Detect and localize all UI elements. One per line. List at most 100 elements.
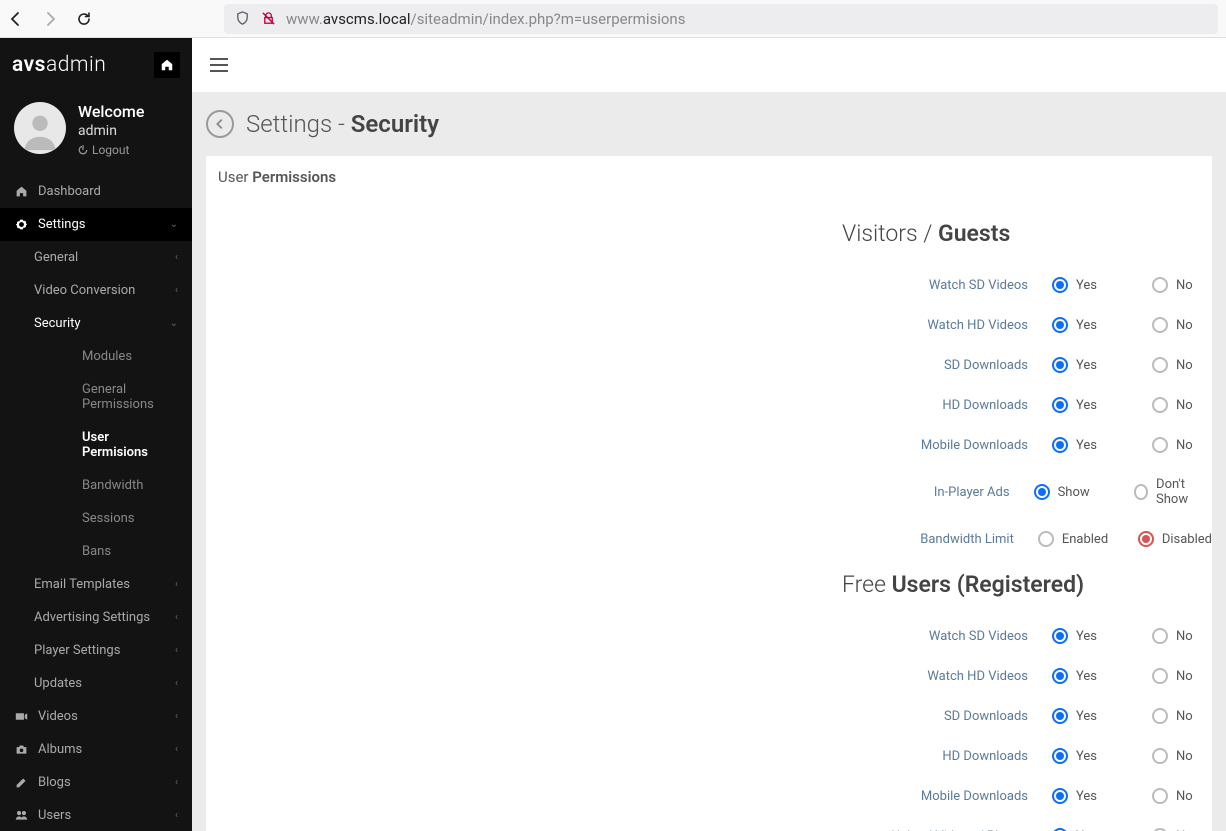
browser-reload-button[interactable] bbox=[76, 11, 92, 27]
radio-guests-watch-hd-no[interactable] bbox=[1152, 317, 1168, 333]
radio-guests-hd-dl-yes[interactable] bbox=[1052, 397, 1068, 413]
chevron-left-icon: ‹ bbox=[175, 810, 178, 821]
radio-guests-bandwidth-disabled[interactable] bbox=[1138, 531, 1154, 547]
row-guests-hd-dl: HD Downloads Yes No bbox=[206, 385, 1212, 425]
radio-free-mobile-dl-no[interactable] bbox=[1152, 788, 1168, 804]
chevron-left-icon: ‹ bbox=[175, 252, 178, 263]
radio-free-hd-dl-no[interactable] bbox=[1152, 748, 1168, 764]
label-watch-hd: Watch HD Videos bbox=[206, 318, 1052, 333]
sidebar-item-bandwidth[interactable]: Bandwidth bbox=[34, 469, 192, 502]
radio-free-sd-dl-no[interactable] bbox=[1152, 708, 1168, 724]
label-bandwidth: Bandwidth Limit bbox=[206, 532, 1038, 547]
logout-link[interactable]: Logout bbox=[78, 143, 144, 157]
label-ads: In-Player Ads bbox=[206, 485, 1034, 500]
label-watch-sd: Watch SD Videos bbox=[206, 629, 1052, 644]
row-free-sd-dl: SD Downloads Yes No bbox=[206, 696, 1212, 736]
radio-guests-ads-show[interactable] bbox=[1034, 484, 1050, 500]
chevron-left-icon: ‹ bbox=[175, 744, 178, 755]
main-area: Settings - Security User Permissions Vis… bbox=[192, 38, 1226, 831]
sidebar-item-user-permisions[interactable]: User Permisions bbox=[34, 421, 192, 469]
home-button[interactable] bbox=[154, 52, 180, 78]
sidebar-item-bans[interactable]: Bans bbox=[34, 535, 192, 568]
radio-guests-watch-hd-yes[interactable] bbox=[1052, 317, 1068, 333]
topbar bbox=[192, 38, 1226, 92]
row-free-mobile-dl: Mobile Downloads Yes No bbox=[206, 776, 1212, 816]
radio-guests-mobile-dl-yes[interactable] bbox=[1052, 437, 1068, 453]
row-free-hd-dl: HD Downloads Yes No bbox=[206, 736, 1212, 776]
browser-toolbar: www.avscms.local/siteadmin/index.php?m=u… bbox=[0, 0, 1226, 38]
label-watch-hd: Watch HD Videos bbox=[206, 669, 1052, 684]
chevron-left-icon: ‹ bbox=[175, 678, 178, 689]
row-guests-ads: In-Player Ads Show Don't Show bbox=[206, 465, 1212, 519]
insecure-lock-icon bbox=[260, 11, 276, 27]
radio-guests-hd-dl-no[interactable] bbox=[1152, 397, 1168, 413]
chevron-down-icon: ⌄ bbox=[170, 219, 178, 230]
radio-guests-sd-dl-yes[interactable] bbox=[1052, 357, 1068, 373]
radio-free-mobile-dl-yes[interactable] bbox=[1052, 788, 1068, 804]
url-bar[interactable]: www.avscms.local/siteadmin/index.php?m=u… bbox=[224, 4, 1218, 34]
row-guests-mobile-dl: Mobile Downloads Yes No bbox=[206, 425, 1212, 465]
sidebar-item-updates[interactable]: Updates‹ bbox=[34, 667, 192, 700]
sidebar-item-video-conversion[interactable]: Video Conversion‹ bbox=[34, 274, 192, 307]
username: admin bbox=[78, 123, 144, 139]
radio-free-sd-dl-yes[interactable] bbox=[1052, 708, 1068, 724]
users-icon bbox=[14, 809, 28, 822]
label-sd-dl: SD Downloads bbox=[206, 709, 1052, 724]
chevron-left-icon: ‹ bbox=[175, 777, 178, 788]
radio-guests-watch-sd-yes[interactable] bbox=[1052, 277, 1068, 293]
radio-guests-sd-dl-no[interactable] bbox=[1152, 357, 1168, 373]
radio-guests-watch-sd-no[interactable] bbox=[1152, 277, 1168, 293]
back-button[interactable] bbox=[206, 110, 234, 138]
sidebar-item-albums[interactable]: Albums‹ bbox=[0, 733, 192, 766]
sidebar-item-player-settings[interactable]: Player Settings‹ bbox=[34, 634, 192, 667]
sidebar-item-videos[interactable]: Videos‹ bbox=[0, 700, 192, 733]
gear-icon bbox=[14, 218, 28, 231]
chevron-down-icon: ⌄ bbox=[170, 318, 178, 329]
label-watch-sd: Watch SD Videos bbox=[206, 278, 1052, 293]
user-block: Welcome admin Logout bbox=[0, 92, 192, 175]
content-panel: User Permissions Visitors / Guests Watch… bbox=[206, 156, 1212, 831]
camera-icon bbox=[14, 743, 28, 756]
radio-free-watch-hd-no[interactable] bbox=[1152, 668, 1168, 684]
radio-guests-mobile-dl-no[interactable] bbox=[1152, 437, 1168, 453]
radio-free-watch-sd-no[interactable] bbox=[1152, 628, 1168, 644]
label-mobile-dl: Mobile Downloads bbox=[206, 789, 1052, 804]
home-icon bbox=[14, 185, 28, 198]
section-title-free-users: Free Users (Registered) bbox=[842, 559, 1212, 616]
chevron-left-icon: ‹ bbox=[175, 711, 178, 722]
sidebar-item-settings[interactable]: Settings ⌄ bbox=[0, 208, 192, 241]
sidebar-item-security[interactable]: Security⌄ bbox=[34, 307, 192, 340]
row-guests-watch-hd: Watch HD Videos Yes No bbox=[206, 305, 1212, 345]
panel-heading: User Permissions bbox=[206, 156, 1212, 198]
chevron-left-icon: ‹ bbox=[175, 579, 178, 590]
radio-free-watch-sd-yes[interactable] bbox=[1052, 628, 1068, 644]
row-guests-sd-dl: SD Downloads Yes No bbox=[206, 345, 1212, 385]
row-guests-bandwidth: Bandwidth Limit Enabled Disabled bbox=[206, 519, 1212, 559]
sidebar-item-blogs[interactable]: Blogs‹ bbox=[0, 766, 192, 799]
sidebar-item-advertising-settings[interactable]: Advertising Settings‹ bbox=[34, 601, 192, 634]
label-sd-dl: SD Downloads bbox=[206, 358, 1052, 373]
browser-back-button[interactable] bbox=[8, 11, 24, 27]
sidebar-item-general-permissions[interactable]: General Permissions bbox=[34, 373, 192, 421]
sidebar-item-sessions[interactable]: Sessions bbox=[34, 502, 192, 535]
sidebar-item-modules[interactable]: Modules bbox=[34, 340, 192, 373]
menu-toggle-button[interactable] bbox=[210, 58, 228, 72]
browser-forward-button[interactable] bbox=[42, 11, 58, 27]
label-mobile-dl: Mobile Downloads bbox=[206, 438, 1052, 453]
label-hd-dl: HD Downloads bbox=[206, 749, 1052, 764]
sidebar-item-email-templates[interactable]: Email Templates‹ bbox=[34, 568, 192, 601]
row-guests-watch-sd: Watch SD Videos Yes No bbox=[206, 265, 1212, 305]
brand-logo: avsadmin bbox=[12, 53, 106, 77]
radio-guests-ads-dont-show[interactable] bbox=[1134, 484, 1148, 500]
radio-free-hd-dl-yes[interactable] bbox=[1052, 748, 1068, 764]
video-icon bbox=[14, 710, 28, 723]
chevron-left-icon: ‹ bbox=[175, 645, 178, 656]
sidebar-item-users[interactable]: Users‹ bbox=[0, 799, 192, 831]
sidebar-item-dashboard[interactable]: Dashboard bbox=[0, 175, 192, 208]
section-title-guests: Visitors / Guests bbox=[842, 208, 1212, 265]
radio-guests-bandwidth-enabled[interactable] bbox=[1038, 531, 1054, 547]
radio-free-watch-hd-yes[interactable] bbox=[1052, 668, 1068, 684]
label-hd-dl: HD Downloads bbox=[206, 398, 1052, 413]
sidebar-item-general[interactable]: General‹ bbox=[34, 241, 192, 274]
avatar bbox=[14, 102, 66, 154]
